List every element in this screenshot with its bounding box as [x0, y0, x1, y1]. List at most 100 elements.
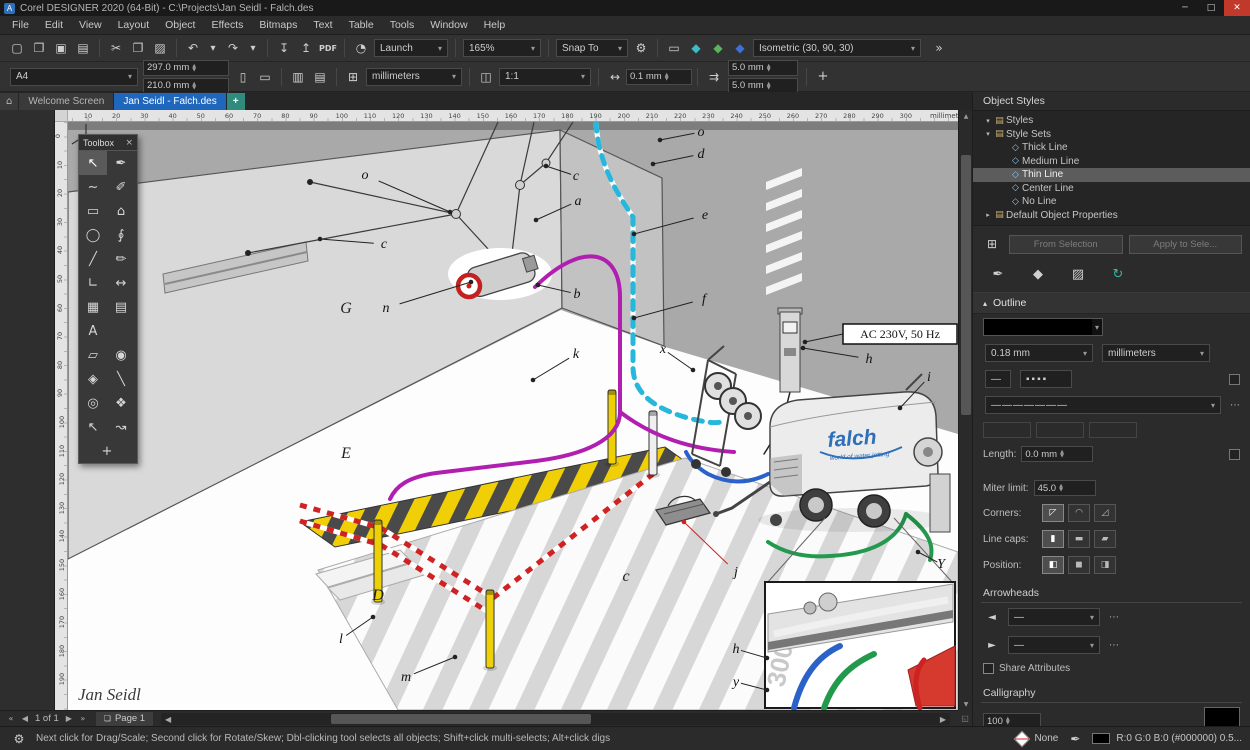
from-selection-button[interactable]: From Selection — [1009, 234, 1123, 254]
new-document-tab[interactable]: + — [226, 93, 245, 110]
duplicate-x-spin[interactable]: 5.0 mm ▲ ▼ — [728, 59, 798, 76]
outline-width-units-combo[interactable]: millimeters ▾ — [1102, 344, 1210, 362]
menu-window[interactable]: Window — [422, 16, 475, 34]
style-tree-item-medium-line[interactable]: ◇ Medium Line — [973, 155, 1250, 169]
snap-to-combo[interactable]: Snap To ▾ — [556, 39, 628, 57]
undo-dropdown[interactable]: ▾ — [205, 38, 221, 58]
outline-color-dropdown[interactable]: ▾ — [983, 318, 1103, 336]
arrowhead-start-combo[interactable]: — ▾ — [1008, 608, 1100, 626]
line-tool[interactable]: ╱ — [79, 247, 107, 271]
line-cap-3-button[interactable]: ▰ — [1094, 530, 1116, 548]
electrical-cabinet[interactable] — [929, 473, 951, 533]
page-width-spin[interactable]: 297.0 mm ▲ ▼ — [143, 59, 229, 76]
rectangle-tool[interactable]: ▭ — [79, 199, 107, 223]
fill-none-swatch[interactable] — [1013, 730, 1031, 747]
style-tree-item-styles[interactable]: ▾ ▤ Styles — [973, 114, 1250, 128]
style-tree-item-thin-line[interactable]: ◇ Thin Line — [973, 168, 1250, 182]
arrowhead-start-options[interactable]: ⋯ — [1109, 612, 1119, 623]
menu-file[interactable]: File — [4, 16, 37, 34]
units-combo[interactable]: millimeters ▾ — [366, 67, 462, 86]
copy-icon[interactable]: ❐ — [128, 38, 148, 58]
outline-section-header[interactable]: ▴ Outline — [973, 293, 1250, 314]
line-style-mini[interactable]: — — [985, 370, 1011, 388]
zoom-tool[interactable]: ◎ — [79, 391, 107, 415]
line-cap-1-button[interactable]: ▮ — [1042, 530, 1064, 548]
cut-icon[interactable]: ✂ — [106, 38, 126, 58]
table-tool[interactable]: ▦ — [79, 295, 107, 319]
outline-option-check[interactable] — [1229, 373, 1240, 385]
corner-1-button[interactable]: ◸ — [1042, 504, 1064, 522]
polygon-tool[interactable]: ⌂ — [107, 199, 135, 223]
line-style-dropdown[interactable]: ——————— ▾ — [985, 396, 1221, 414]
prev-page-button[interactable]: ◀ — [18, 712, 32, 726]
nudge-spin[interactable]: 0.1 mm ▲ ▼ — [626, 68, 692, 85]
calligraphy-stretch-spin[interactable]: 100 ▲ ▼ — [983, 713, 1041, 726]
welcome-home-tab[interactable]: ⌂ — [0, 93, 19, 110]
treat-as-filled-icon[interactable]: ▭ — [664, 38, 684, 58]
save-icon[interactable]: ▣ — [51, 38, 71, 58]
arrowhead-end-options[interactable]: ⋯ — [1109, 640, 1119, 651]
add-propbar-button[interactable]: + — [813, 67, 833, 87]
cloud-icon[interactable]: ◔ — [351, 38, 371, 58]
style-tree-item-no-line[interactable]: ◇ No Line — [973, 195, 1250, 209]
attribute-outline-icon[interactable]: ✒ — [988, 264, 1008, 284]
length-option-check[interactable] — [1229, 448, 1240, 460]
last-page-button[interactable]: » — [76, 712, 90, 726]
style-tree-item-default-object-properties[interactable]: ▸ ▤ Default Object Properties — [973, 209, 1250, 223]
toolbar-overflow[interactable]: » — [929, 38, 949, 58]
options-gear-icon[interactable]: ⚙ — [631, 38, 651, 58]
projected-axes-icon-3[interactable]: ◆ — [730, 38, 750, 58]
page-size-combo[interactable]: A4 ▾ — [10, 67, 138, 86]
arrowhead-end-combo[interactable]: — ▾ — [1008, 636, 1100, 654]
menu-view[interactable]: View — [71, 16, 110, 34]
spiral-tool[interactable]: ∮ — [107, 223, 135, 247]
pick-alt-tool[interactable]: ↖ — [79, 415, 107, 439]
power-pillar[interactable] — [777, 307, 803, 393]
graph-paper-tool[interactable]: ▤ — [107, 295, 135, 319]
artistic-media-tool[interactable] — [107, 319, 135, 343]
next-page-button[interactable]: ▶ — [62, 712, 76, 726]
drawing-scale-combo[interactable]: 1:1 ▾ — [499, 67, 591, 86]
redo-dropdown[interactable]: ▾ — [245, 38, 261, 58]
navigator-button[interactable]: ◱ — [958, 710, 972, 726]
new-document-icon[interactable]: ▢ — [7, 38, 27, 58]
connector-tool[interactable]: ∟ — [79, 271, 107, 295]
horizontal-ruler[interactable]: 10 20 30 40 50 60 70 80 90 100 110 120 130 140 150 160 1… — [68, 110, 958, 122]
toolbox-close-icon[interactable]: × — [125, 138, 133, 148]
first-page-button[interactable]: « — [4, 712, 18, 726]
undo-icon[interactable]: ↶ — [183, 38, 203, 58]
menu-effects[interactable]: Effects — [203, 16, 251, 34]
curve-edit-tool[interactable]: ↝ — [107, 415, 135, 439]
callout-tool[interactable]: ◉ — [107, 343, 135, 367]
line-cap-2-button[interactable]: ▬ — [1068, 530, 1090, 548]
technical-illustration[interactable]: falch world of water jetting 3000 AC 230… — [68, 122, 958, 710]
calligraphy-section-header[interactable]: Calligraphy — [973, 684, 1250, 702]
dash-preview[interactable]: ▪▪▪▪ — [1020, 370, 1072, 388]
attribute-refresh-icon[interactable]: ↻ — [1108, 264, 1128, 284]
projected-axes-icon-2[interactable]: ◆ — [708, 38, 728, 58]
drawing-plane-combo[interactable]: Isometric (30, 90, 30) ▾ — [753, 39, 921, 57]
arrowheads-section-header[interactable]: Arrowheads — [973, 584, 1250, 602]
page-tab[interactable]: ❏ Page 1 — [95, 711, 154, 726]
menu-object[interactable]: Object — [157, 16, 203, 34]
vertical-scrollbar[interactable]: ▲ ▼ — [958, 110, 972, 726]
style-tree-item-thick-line[interactable]: ◇ Thick Line — [973, 141, 1250, 155]
threed-box-tool[interactable]: ▱ — [79, 343, 107, 367]
menu-help[interactable]: Help — [476, 16, 514, 34]
drawing-canvas[interactable]: falch world of water jetting 3000 AC 230… — [68, 122, 958, 710]
outline-position-3-button[interactable]: ◨ — [1094, 556, 1116, 574]
new-style-icon[interactable]: ⊞ — [982, 234, 1002, 254]
wall-cleaning-head[interactable] — [448, 248, 552, 300]
attribute-fill-icon[interactable]: ◆ — [1028, 264, 1048, 284]
line-style-options-dots[interactable]: ⋯ — [1230, 400, 1240, 411]
outline-width-combo[interactable]: 0.18 mm ▾ — [985, 344, 1093, 362]
curve-tool[interactable]: ∼ — [79, 175, 107, 199]
menu-bitmaps[interactable]: Bitmaps — [251, 16, 305, 34]
redo-icon[interactable]: ↷ — [223, 38, 243, 58]
apply-to-selection-button[interactable]: Apply to Sele... — [1128, 234, 1242, 254]
style-tree-item-style-sets[interactable]: ▾ ▤ Style Sets — [973, 128, 1250, 142]
outline-position-1-button[interactable]: ◧ — [1042, 556, 1064, 574]
miter-limit-spin[interactable]: 45.0 ▲ ▼ — [1033, 480, 1096, 496]
corner-2-button[interactable]: ◠ — [1068, 504, 1090, 522]
pen-tool[interactable]: ✒ — [107, 151, 135, 175]
